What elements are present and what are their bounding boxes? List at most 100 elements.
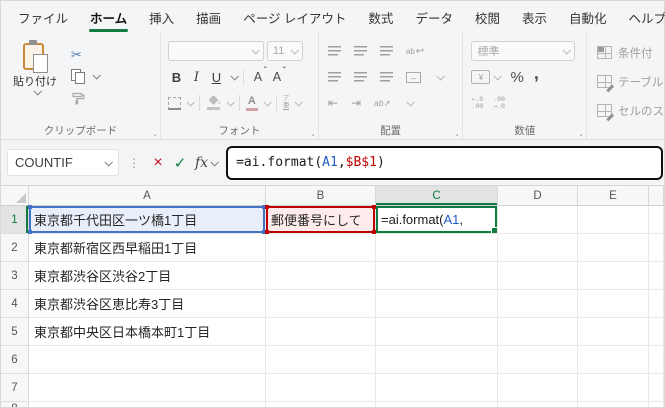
dialog-launcher-icon[interactable] [580,134,582,136]
tab-page-layout[interactable]: ページ レイアウト [232,1,357,33]
cell-a8[interactable] [29,402,266,407]
cell-b3[interactable] [266,262,376,290]
cell-c7[interactable] [376,374,498,402]
row-header-3[interactable]: 3 [1,262,29,290]
chevron-down-icon[interactable] [230,72,239,81]
align-right-button[interactable] [379,72,393,82]
insert-function-button[interactable]: fx [195,155,208,171]
font-color-button[interactable]: A [245,95,258,111]
cell-d5[interactable] [498,318,578,346]
cell-a4[interactable]: 東京都渋谷区恵比寿3丁目 [29,290,266,318]
formula-input[interactable]: =ai.format(A1, $B$1) [226,145,663,180]
column-header-partial[interactable] [649,186,664,206]
percent-style-button[interactable]: % [510,69,523,86]
chevron-down-icon[interactable] [251,46,260,55]
chevron-down-icon[interactable] [493,72,503,81]
column-header-d[interactable]: D [498,186,578,206]
chevron-down-icon[interactable] [562,46,572,55]
chevron-down-icon[interactable] [406,98,415,107]
range-handle[interactable] [265,205,269,209]
chevron-down-icon[interactable] [104,157,113,167]
paste-button[interactable]: 貼り付け [9,38,61,106]
cell[interactable] [649,402,664,407]
decrease-font-size-button[interactable]: Aˇ [269,66,286,84]
underline-button[interactable]: U [208,67,225,87]
tab-help[interactable]: ヘルプ [618,1,665,33]
chevron-down-icon[interactable] [290,46,299,55]
cell-d4[interactable] [498,290,578,318]
cell-a1[interactable]: 東京都千代田区一ツ橋1丁目 [28,205,266,234]
cell-b1[interactable]: 郵便番号にして [265,205,376,234]
increase-indent-button[interactable]: ⇥ [351,97,361,109]
tab-automate[interactable]: 自動化 [558,1,618,33]
decrease-indent-button[interactable]: ⇤ [328,97,338,109]
cell-c5[interactable] [376,318,498,346]
cell-c4[interactable] [376,290,498,318]
align-bottom-button[interactable] [379,46,393,56]
row-header-6[interactable]: 6 [1,346,29,374]
column-header-a[interactable]: A [29,186,266,206]
row-header-5[interactable]: 5 [1,318,29,346]
conditional-formatting-button[interactable]: 条件付 [587,38,664,67]
chevron-down-icon[interactable] [294,98,304,107]
font-name-select[interactable] [167,41,264,61]
comma-style-button[interactable]: , [534,63,539,84]
cancel-button[interactable]: × [147,154,169,172]
cell-d8[interactable] [498,402,578,407]
cell-c6[interactable] [376,346,498,374]
cell-a5[interactable]: 東京都中央区日本橋本町1丁目 [29,318,266,346]
cell-a6[interactable] [29,346,266,374]
cell-c2[interactable] [376,234,498,262]
cell-b4[interactable] [266,290,376,318]
cell-b7[interactable] [266,374,376,402]
tab-data[interactable]: データ [404,1,464,33]
borders-icon[interactable] [167,96,181,110]
cell-c3[interactable] [376,262,498,290]
cell[interactable] [649,318,664,346]
column-header-e[interactable]: E [578,186,649,206]
cell-e3[interactable] [578,262,649,290]
chevron-down-icon[interactable] [92,71,101,80]
merge-center-button[interactable]: ↔ [405,71,421,83]
dialog-launcher-icon[interactable] [456,134,459,136]
currency-format-button[interactable]: ¥ [471,70,491,84]
cell[interactable] [649,206,664,234]
copy-button[interactable] [71,68,101,84]
cell-d1[interactable] [498,206,578,234]
cell[interactable] [649,374,664,402]
row-header-4[interactable]: 4 [1,290,29,318]
fill-color-button[interactable] [206,96,221,110]
cell-e5[interactable] [578,318,649,346]
decrease-decimal-button[interactable]: .00 →.0 [493,95,505,111]
cell-a7[interactable] [29,374,266,402]
range-handle[interactable] [372,205,376,209]
enter-button[interactable]: ✓ [169,154,191,172]
cell-c1-active-editing[interactable]: =ai.format(A1, [376,206,498,234]
cell[interactable] [649,346,664,374]
number-format-select[interactable]: 標準 [471,41,576,61]
tab-insert[interactable]: 挿入 [138,1,185,33]
tab-draw[interactable]: 描画 [185,1,232,33]
cell-a2[interactable]: 東京都新宿区西早稲田1丁目 [29,234,266,262]
row-header-7[interactable]: 7 [1,374,29,402]
range-handle[interactable] [28,230,32,234]
row-header-2[interactable]: 2 [1,234,29,262]
tab-review[interactable]: 校閲 [464,1,511,33]
name-box[interactable]: COUNTIF [7,149,119,176]
cell-e8[interactable] [578,402,649,407]
orientation-button[interactable]: ab ↗ [374,98,391,109]
format-as-table-button[interactable]: テーブル [587,67,664,96]
cell-d2[interactable] [498,234,578,262]
chevron-down-icon[interactable] [186,98,195,107]
align-middle-button[interactable] [353,46,367,56]
cell-b8[interactable] [266,402,376,407]
cell-b5[interactable] [266,318,376,346]
phonetic-guide-button[interactable]: ア 亜 [282,95,290,111]
cell-d6[interactable] [498,346,578,374]
dialog-launcher-icon[interactable] [311,134,314,136]
font-size-select[interactable]: 11 [266,41,303,61]
cell-e2[interactable] [578,234,649,262]
range-handle[interactable] [28,205,32,209]
tab-home[interactable]: ホーム [79,1,138,33]
cell-d3[interactable] [498,262,578,290]
